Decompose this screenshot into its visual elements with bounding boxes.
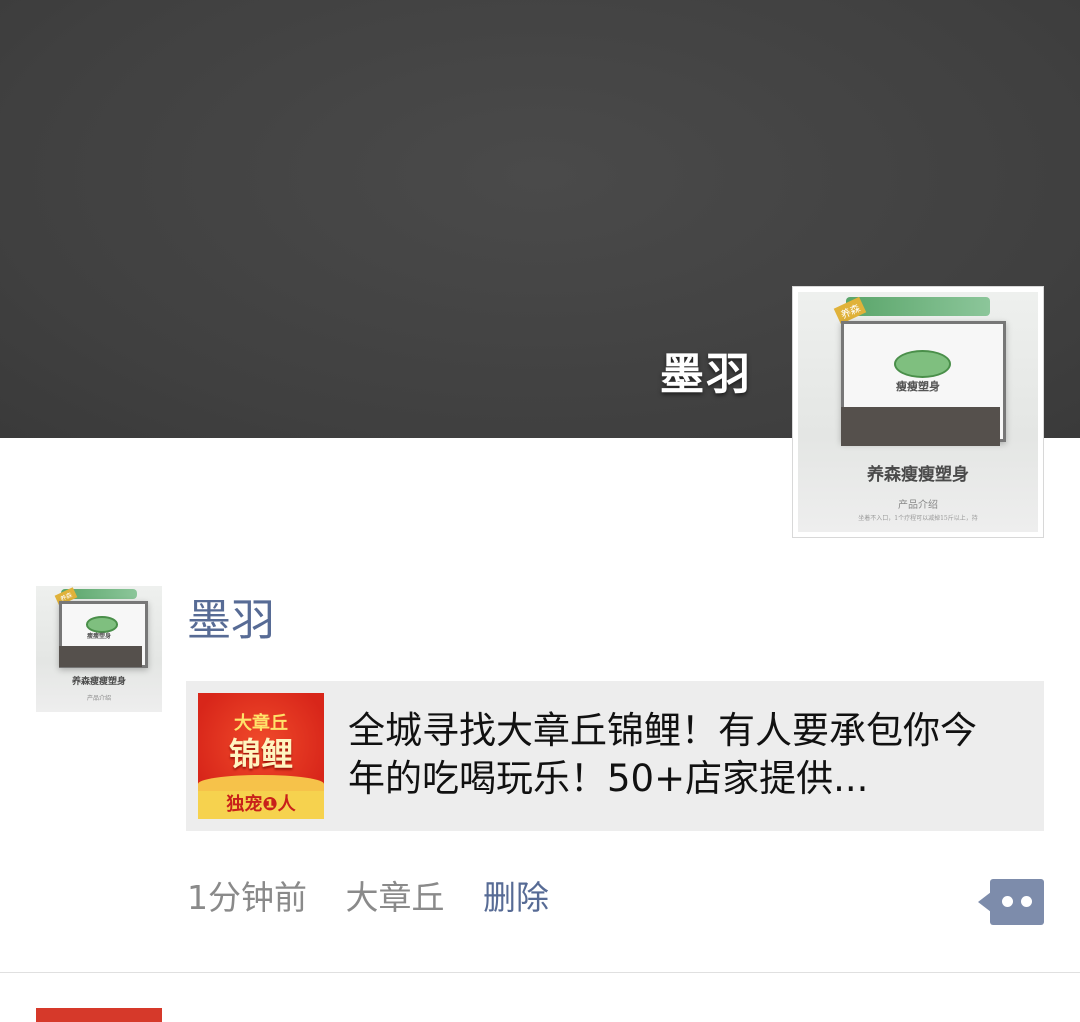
post-time: 1分钟前 [187,878,307,917]
post-author-avatar[interactable]: 养森 瘦瘦塑身 养森瘦瘦塑身 产品介绍 [36,586,162,712]
avatar-product-footnote: 坐着不入口，1个疗程可以减掉15斤以上，持 [858,514,978,522]
more-comment-icon [990,879,1044,925]
profile-avatar-image: 养森 瘦瘦塑身 养森瘦瘦塑身 产品介绍 坐着不入口，1个疗程可以减掉15斤以上，… [798,292,1038,532]
more-comment-button[interactable] [978,879,1044,925]
link-thumb-bottom-text: 独宠❶人 [198,791,324,819]
post-location[interactable]: 大章丘 [346,878,445,917]
link-thumb-main-text: 锦鲤 [228,735,293,773]
post-avatar-product-label: 瘦瘦塑身 [86,633,111,641]
avatar-product-label: 瘦瘦塑身 [896,380,940,394]
post-avatar-product-subtitle: 产品介绍 [86,695,111,703]
avatar-product-subtitle: 产品介绍 [898,500,938,511]
cover-user-name[interactable]: 墨羽 [660,345,752,405]
avatar-product-title: 养森瘦瘦塑身 [867,465,969,485]
post-divider [0,972,1080,973]
shared-link-card[interactable]: 大章丘 锦鲤 独宠❶人 全城寻找大章丘锦鲤！有人要承包你今年的吃喝玩乐！50+店… [186,681,1044,831]
link-thumbnail: 大章丘 锦鲤 独宠❶人 [198,693,324,819]
post-author-avatar-image: 养森 瘦瘦塑身 养森瘦瘦塑身 产品介绍 [36,586,162,712]
delete-button[interactable]: 删除 [483,878,549,917]
profile-avatar[interactable]: 养森 瘦瘦塑身 养森瘦瘦塑身 产品介绍 坐着不入口，1个疗程可以减掉15斤以上，… [792,286,1044,538]
link-title: 全城寻找大章丘锦鲤！有人要承包你今年的吃喝玩乐！50+店家提供... [348,709,977,800]
post-author-name[interactable]: 墨羽 [187,593,275,649]
post-meta: 1分钟前 大章丘 删除 [187,874,577,922]
post-avatar-product-title: 养森瘦瘦塑身 [71,677,126,688]
next-post-avatar[interactable] [36,1008,162,1022]
moments-page: 墨羽 养森 瘦瘦塑身 养森瘦瘦塑身 产品介绍 坐着不入口，1个疗程可以减掉15斤… [0,0,1080,1022]
